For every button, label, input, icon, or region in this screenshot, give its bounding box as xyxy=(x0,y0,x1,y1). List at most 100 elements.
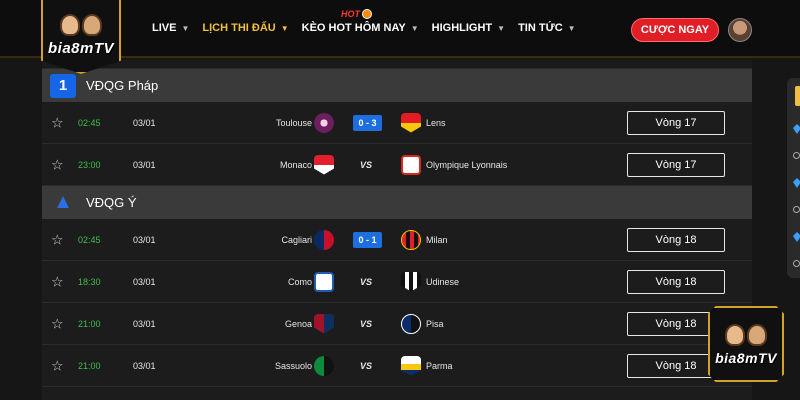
match-vs: VS xyxy=(360,360,373,371)
match-time: 21:00 xyxy=(78,318,101,329)
nav-item-label: LỊCH THI ĐẤU xyxy=(202,22,276,34)
round-button[interactable]: Vòng 18 xyxy=(627,227,725,252)
lyon-crest-icon xyxy=(401,154,421,175)
home-team: Sassuolo xyxy=(274,360,312,371)
nav-item-label: TIN TỨC xyxy=(518,22,563,34)
match-row[interactable]: ☆ 02:45 03/01 Toulouse 0 - 3 Lens Vòng 1… xyxy=(42,102,752,144)
diamond-icon xyxy=(793,178,800,188)
nav-item-label: HIGHLIGHT xyxy=(431,22,493,34)
match-time: 02:45 xyxy=(78,234,101,245)
parma-crest-icon xyxy=(401,355,421,376)
hot-badge: HOT xyxy=(341,9,372,19)
logo-mascots-icon xyxy=(58,12,104,38)
match-time: 23:00 xyxy=(78,159,101,170)
side-widget-panel[interactable] xyxy=(787,78,800,278)
match-row[interactable]: ☆ 21:00 03/01 Sassuolo VS Parma Vòng 18 xyxy=(42,345,752,387)
league-name: VĐQG Pháp xyxy=(86,78,159,93)
nav-item-live[interactable]: LIVE ▼ xyxy=(152,22,189,34)
match-date: 03/01 xyxy=(133,117,156,128)
match-date: 03/01 xyxy=(133,159,156,170)
diamond-icon xyxy=(793,124,800,134)
chevron-down-icon: ▼ xyxy=(567,23,576,33)
serie-a-logo-icon: ▲ xyxy=(53,191,73,213)
match-row[interactable]: ☆ 18:30 03/01 Como VS Udinese Vòng 18 xyxy=(42,261,752,303)
match-schedule: 1 VĐQG Pháp ☆ 02:45 03/01 Toulouse 0 - 3… xyxy=(42,60,752,400)
nav-item-news[interactable]: TIN TỨC ▼ xyxy=(518,22,576,34)
match-row[interactable]: ☆ 21:00 03/01 Genoa VS Pisa Vòng 18 xyxy=(42,303,752,345)
match-time: 18:30 xyxy=(78,276,101,287)
como-crest-icon xyxy=(314,271,334,292)
away-team: Parma xyxy=(426,360,453,371)
chevron-down-icon: ▼ xyxy=(497,23,506,33)
match-vs: VS xyxy=(360,159,373,170)
cagliari-crest-icon xyxy=(314,229,334,250)
away-team: Olympique Lyonnais xyxy=(426,159,508,170)
match-time: 21:00 xyxy=(78,360,101,371)
radio-dot-icon[interactable] xyxy=(793,206,800,213)
match-date: 03/01 xyxy=(133,234,156,245)
round-button[interactable]: Vòng 17 xyxy=(627,152,725,177)
radio-dot-icon[interactable] xyxy=(793,260,800,267)
logo-text: bia8mTV xyxy=(47,39,115,57)
round-button[interactable]: Vòng 18 xyxy=(627,269,725,294)
nav-item-highlight[interactable]: HIGHLIGHT ▼ xyxy=(432,22,505,34)
favorite-star-icon[interactable]: ☆ xyxy=(51,114,64,131)
chevron-down-icon: ▼ xyxy=(280,23,289,33)
home-team: Como xyxy=(287,276,312,287)
user-avatar[interactable] xyxy=(728,18,752,42)
away-team: Udinese xyxy=(426,276,460,287)
match-score: 0 - 1 xyxy=(353,231,382,248)
table-top-strip xyxy=(42,60,752,69)
match-date: 03/01 xyxy=(133,360,156,371)
home-team: Toulouse xyxy=(275,117,312,128)
chevron-down-icon: ▼ xyxy=(410,23,419,33)
diamond-icon xyxy=(793,232,800,242)
nav-item-hot-odds[interactable]: KÈO HOT HÔM NAY ▼ xyxy=(302,22,419,34)
home-team: Monaco xyxy=(279,159,312,170)
favorite-star-icon[interactable]: ☆ xyxy=(51,231,64,248)
sassuolo-crest-icon xyxy=(314,355,334,376)
lens-crest-icon xyxy=(401,112,421,133)
match-row[interactable]: ☆ 02:45 03/01 Cagliari 0 - 1 Milan Vòng … xyxy=(42,219,752,261)
toulouse-crest-icon xyxy=(314,112,334,133)
floating-logo-widget[interactable]: bia8mTV xyxy=(708,306,784,382)
favorite-star-icon[interactable]: ☆ xyxy=(51,315,64,332)
nav-item-schedule[interactable]: LỊCH THI ĐẤU ▼ xyxy=(202,22,288,34)
match-score: 0 - 3 xyxy=(353,114,382,131)
round-button[interactable]: Vòng 17 xyxy=(627,110,725,135)
hot-badge-label: HOT xyxy=(341,9,360,19)
match-vs: VS xyxy=(360,276,373,287)
site-logo[interactable]: bia8mTV xyxy=(41,0,121,74)
logo-text: bia8mTV xyxy=(715,350,777,366)
favorite-star-icon[interactable]: ☆ xyxy=(51,273,64,290)
pisa-crest-icon xyxy=(401,313,421,334)
nav-item-label: LIVE xyxy=(152,22,177,34)
ligue1-logo-icon: 1 xyxy=(50,73,76,98)
chevron-down-icon: ▼ xyxy=(181,23,190,33)
genoa-crest-icon xyxy=(314,313,334,334)
bet-now-button[interactable]: CƯỢC NGAY xyxy=(631,18,719,42)
monaco-crest-icon xyxy=(314,154,334,175)
league-header-italy: ▲ VĐQG Ý xyxy=(42,186,752,219)
favorite-star-icon[interactable]: ☆ xyxy=(51,156,64,173)
logo-mascots-icon xyxy=(723,322,769,348)
udinese-crest-icon xyxy=(401,271,421,292)
home-team: Genoa xyxy=(284,318,312,329)
match-date: 03/01 xyxy=(133,318,156,329)
home-team: Cagliari xyxy=(281,234,312,245)
main-nav: LIVE ▼ LỊCH THI ĐẤU ▼ KÈO HOT HÔM NAY ▼ … xyxy=(152,22,589,34)
nav-item-label: KÈO HOT HÔM NAY xyxy=(301,22,406,34)
match-vs: VS xyxy=(360,318,373,329)
match-time: 02:45 xyxy=(78,117,101,128)
widget-header-accent xyxy=(795,86,800,106)
away-team: Lens xyxy=(426,117,446,128)
favorite-star-icon[interactable]: ☆ xyxy=(51,357,64,374)
milan-crest-icon xyxy=(401,229,421,250)
soccer-ball-icon xyxy=(362,9,372,19)
radio-dot-icon[interactable] xyxy=(793,152,800,159)
away-team: Pisa xyxy=(426,318,444,329)
match-date: 03/01 xyxy=(133,276,156,287)
match-row[interactable]: ☆ 23:00 03/01 Monaco VS Olympique Lyonna… xyxy=(42,144,752,186)
away-team: Milan xyxy=(426,234,448,245)
league-name: VĐQG Ý xyxy=(86,195,137,210)
